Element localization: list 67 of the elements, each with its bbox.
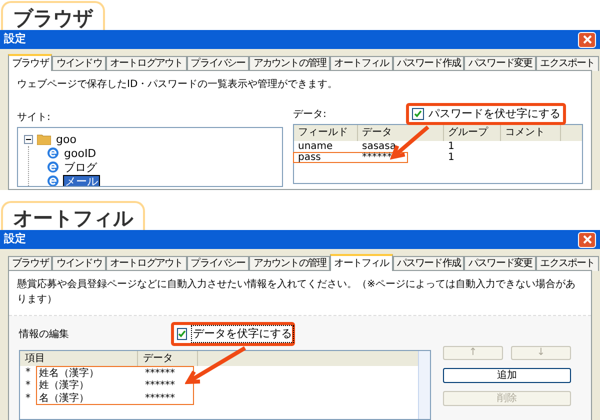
- tree-item[interactable]: ブログ: [63, 162, 98, 172]
- table-cell-text: 名（漢字）: [38, 392, 90, 406]
- close-button[interactable]: [578, 32, 596, 48]
- description-text: ウェブページで保存したID・パスワードの一覧表示や管理ができます。: [17, 78, 339, 92]
- tab[interactable]: パスワード変更: [464, 256, 536, 271]
- close-icon: [582, 35, 592, 44]
- action-button[interactable]: 追加: [443, 368, 571, 383]
- globe-e-icon: [47, 147, 59, 159]
- checkbox-label: パスワードを伏せ字にする: [428, 106, 560, 122]
- globe-e-icon: [47, 175, 59, 186]
- column-header[interactable]: グループ: [444, 125, 501, 141]
- tree-item[interactable]: メール: [63, 174, 100, 186]
- table-cell-text: 姓名（漢字）: [38, 366, 100, 380]
- table-cell-text: ******: [145, 366, 176, 380]
- required-mark: *: [24, 392, 32, 406]
- tab[interactable]: パスワード作成: [392, 256, 464, 271]
- folder-icon: [37, 134, 51, 144]
- checkbox[interactable]: [177, 328, 187, 340]
- tab[interactable]: オートログアウト: [106, 256, 187, 271]
- table-cell-text: uname: [297, 142, 334, 152]
- tab[interactable]: ウインドウ: [52, 56, 106, 71]
- tab[interactable]: パスワード作成: [392, 56, 464, 71]
- table-cell-text: ******: [145, 392, 176, 406]
- tab[interactable]: アカウントの管理: [249, 256, 330, 271]
- tab[interactable]: ブラウザ: [8, 54, 52, 71]
- table-cell-text: ******: [145, 379, 176, 393]
- close-icon: [582, 235, 592, 244]
- checkmark-icon: [178, 330, 186, 338]
- edit-label: 情報の編集: [19, 328, 69, 342]
- tab[interactable]: オートフィル: [330, 56, 393, 71]
- table-cell-text: 1: [447, 142, 456, 152]
- window-title: 設定: [4, 231, 26, 248]
- data-label: データ:: [293, 108, 326, 122]
- section-heading: ブラウザ: [1, 1, 105, 30]
- table-cell-text: pass: [297, 152, 322, 162]
- tab[interactable]: プライバシー: [186, 56, 250, 71]
- tree-item[interactable]: gooID: [63, 148, 98, 158]
- tab[interactable]: エクスポート: [536, 56, 599, 71]
- column-header[interactable]: フィールド: [294, 125, 358, 141]
- checkmark-icon: [414, 110, 422, 118]
- scrollbar[interactable]: [418, 351, 430, 419]
- globe-e-icon: [47, 161, 59, 173]
- window-title: 設定: [4, 31, 26, 48]
- tab[interactable]: ブラウザ: [8, 256, 52, 271]
- tab[interactable]: オートログアウト: [106, 56, 187, 71]
- tab[interactable]: パスワード変更: [464, 56, 536, 71]
- tab[interactable]: エクスポート: [536, 256, 599, 271]
- tab[interactable]: オートフィル: [330, 254, 393, 271]
- tab[interactable]: アカウントの管理: [249, 56, 330, 71]
- tab[interactable]: ウインドウ: [52, 256, 106, 271]
- column-header[interactable]: コメント: [501, 125, 561, 141]
- required-mark: *: [24, 366, 32, 380]
- table-cell-text: 1: [447, 152, 456, 162]
- checkbox[interactable]: [412, 108, 424, 120]
- column-header[interactable]: 項目: [20, 351, 138, 366]
- table-cell-text: 姓（漢字）: [38, 378, 90, 392]
- required-mark: *: [24, 379, 32, 393]
- table-cell-text: sasasa: [361, 142, 398, 152]
- column-header[interactable]: データ: [138, 351, 198, 366]
- collapse-icon[interactable]: [24, 134, 33, 144]
- tree-item[interactable]: goo: [55, 134, 78, 144]
- tab[interactable]: プライバシー: [186, 256, 250, 271]
- section-heading: オートフィル: [1, 201, 145, 230]
- close-button[interactable]: [578, 232, 596, 248]
- column-header[interactable]: データ: [358, 125, 444, 141]
- site-label: サイト:: [17, 111, 52, 125]
- checkbox-label: データを伏字にする: [191, 324, 294, 344]
